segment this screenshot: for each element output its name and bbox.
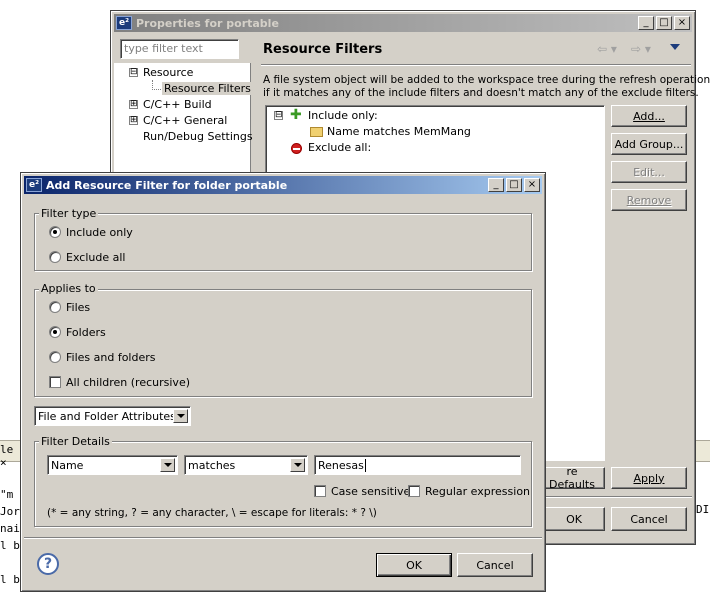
tree-expander-build[interactable]: ⊞: [129, 100, 138, 109]
filter-value-input[interactable]: Renesas: [314, 455, 521, 475]
case-sensitive-checkbox[interactable]: [314, 485, 326, 497]
code-line: l b: [0, 539, 20, 552]
exclude-all-item[interactable]: Exclude all:: [308, 141, 371, 154]
minimize-button[interactable]: _: [488, 178, 504, 192]
folder-icon: [310, 127, 323, 137]
files-and-folders-radio[interactable]: [49, 351, 61, 363]
plus-icon: ✚: [290, 107, 302, 123]
properties-titlebar[interactable]: e² Properties for portable _ □ ×: [114, 14, 692, 32]
properties-cancel-label: Cancel: [630, 512, 668, 526]
exclude-icon-bar: [293, 148, 300, 150]
filter-hint: (* = any string, ? = any character, \ = …: [47, 507, 377, 519]
add-filter-dialog: e² Add Resource Filter for folder portab…: [20, 172, 546, 592]
tree-item-resource-filters[interactable]: Resource Filters: [162, 82, 253, 95]
recursive-label[interactable]: All children (recursive): [66, 376, 190, 389]
tree-item-cc-build[interactable]: C/C++ Build: [143, 98, 212, 111]
eclipse-icon: e²: [26, 178, 42, 192]
folders-radio[interactable]: [49, 326, 61, 338]
forward-icon[interactable]: ⇨ ▾: [631, 42, 651, 56]
restore-defaults-button[interactable]: re Defaults: [543, 465, 605, 491]
chevron-down-icon[interactable]: [160, 458, 175, 472]
properties-cancel-button[interactable]: Cancel: [611, 507, 687, 531]
tree-line: [152, 89, 161, 90]
help-icon[interactable]: ?: [37, 553, 59, 575]
description-line-2: if it matches any of the include filters…: [263, 87, 699, 99]
tree-expander-general[interactable]: ⊞: [129, 116, 138, 125]
separator: [24, 537, 542, 538]
operator-combo[interactable]: matches: [184, 455, 308, 475]
add-group-button[interactable]: Add Group...: [611, 133, 687, 155]
tree-item-resource[interactable]: Resource: [143, 66, 193, 79]
dialog-ok-button[interactable]: OK: [376, 553, 452, 577]
tree-item-cc-general[interactable]: C/C++ General: [143, 114, 227, 127]
filter-placeholder: type filter text: [124, 42, 203, 55]
dialog-cancel-button[interactable]: Cancel: [457, 553, 533, 577]
exclude-all-label[interactable]: Exclude all: [66, 251, 125, 264]
dialog-title: Add Resource Filter for folder portable: [46, 178, 288, 192]
case-sensitive-label[interactable]: Case sensitive: [331, 485, 410, 498]
name-matches-item[interactable]: Name matches MemMang: [327, 125, 471, 138]
minimize-button[interactable]: _: [638, 16, 654, 30]
view-menu-icon[interactable]: [670, 44, 680, 50]
remove-button-label: Remove: [626, 193, 672, 207]
edit-button[interactable]: Edit...: [611, 161, 687, 183]
code-fragment: DI: [696, 503, 710, 516]
include-only-radio[interactable]: [49, 226, 61, 238]
close-button[interactable]: ×: [524, 178, 540, 192]
apply-button-label: Apply: [633, 471, 665, 485]
tree-expander-resource[interactable]: ⊟: [129, 68, 138, 77]
edit-button-label: Edit...: [633, 165, 665, 179]
files-and-folders-label[interactable]: Files and folders: [66, 351, 156, 364]
add-group-button-label: Add Group...: [614, 137, 684, 151]
code-line: "m: [0, 488, 14, 501]
restore-defaults-label: re Defaults: [549, 465, 595, 491]
exclude-all-radio[interactable]: [49, 251, 61, 263]
remove-button[interactable]: Remove: [611, 189, 687, 211]
properties-title: Properties for portable: [136, 16, 279, 30]
maximize-button[interactable]: □: [656, 16, 672, 30]
filter-type-label: Filter type: [39, 207, 99, 220]
maximize-button[interactable]: □: [506, 178, 522, 192]
applies-to-label: Applies to: [39, 282, 98, 295]
description-line-1: A file system object will be added to th…: [263, 74, 710, 86]
eclipse-icon: e²: [116, 16, 132, 30]
page-title: Resource Filters: [263, 42, 383, 57]
chevron-down-icon[interactable]: [173, 409, 188, 423]
dialog-cancel-label: Cancel: [476, 558, 514, 572]
filter-details-label: Filter Details: [39, 435, 112, 448]
operator-combo-value: matches: [188, 458, 236, 472]
code-line: Jor: [0, 505, 20, 518]
code-line: nai: [0, 522, 20, 535]
filter-text-input[interactable]: type filter text: [120, 39, 239, 59]
filter-expander-include[interactable]: ⊟: [274, 111, 283, 120]
files-radio[interactable]: [49, 301, 61, 313]
back-icon[interactable]: ⇦ ▾: [597, 42, 617, 56]
regex-checkbox[interactable]: [408, 485, 420, 497]
properties-ok-button[interactable]: OK: [543, 507, 605, 531]
include-only-item[interactable]: Include only:: [308, 109, 378, 122]
separator: [261, 64, 691, 65]
dialog-ok-label: OK: [406, 558, 422, 572]
filter-value-text: Renesas: [318, 459, 364, 472]
close-button[interactable]: ×: [674, 16, 690, 30]
attribute-select[interactable]: File and Folder Attributes: [34, 406, 191, 426]
add-button-label: Add...: [633, 109, 665, 123]
apply-button[interactable]: Apply: [611, 467, 687, 489]
code-line: l b: [0, 573, 20, 586]
properties-ok-label: OK: [566, 512, 582, 526]
add-button[interactable]: Add...: [611, 105, 687, 127]
dialog-titlebar[interactable]: e² Add Resource Filter for folder portab…: [24, 176, 542, 194]
chevron-down-icon[interactable]: [290, 458, 305, 472]
files-label[interactable]: Files: [66, 301, 90, 314]
recursive-checkbox[interactable]: [49, 376, 61, 388]
attribute-combo-value: Name: [51, 458, 84, 472]
attribute-combo[interactable]: Name: [47, 455, 178, 475]
tree-item-run-debug[interactable]: Run/Debug Settings: [143, 130, 253, 143]
regex-label[interactable]: Regular expression: [425, 485, 530, 498]
attribute-select-value: File and Folder Attributes: [38, 409, 176, 423]
folders-label[interactable]: Folders: [66, 326, 106, 339]
include-only-label[interactable]: Include only: [66, 226, 133, 239]
